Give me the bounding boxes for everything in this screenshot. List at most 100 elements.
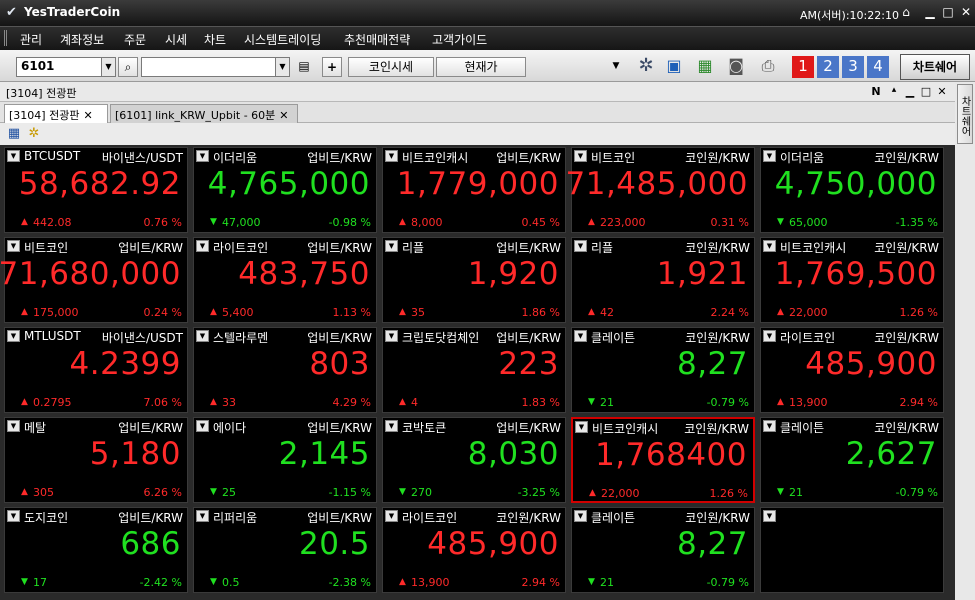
panel-restore-icon[interactable]: □ xyxy=(920,85,932,98)
price-tile[interactable]: ▼ MTLUSDT 바이낸스/USDT 4.2399 ▲ 0.2795 7.06 % xyxy=(4,327,188,413)
price-tile[interactable]: ▼ 이더리움 코인원/KRW 4,750,000 ▼ 65,000 -1.35 % xyxy=(760,147,944,233)
panel-n-button[interactable]: N xyxy=(870,85,882,98)
price-tile[interactable]: ▼ 비트코인캐시 업비트/KRW 1,779,000 ▲ 8,000 0.45 % xyxy=(382,147,566,233)
side-chart-share-tab[interactable]: 차트쉐어 xyxy=(957,84,973,144)
menu-account[interactable]: 계좌정보 xyxy=(60,31,104,48)
tile-dropdown-icon[interactable]: ▼ xyxy=(763,510,776,522)
panel-minimize-icon[interactable]: ▁ xyxy=(904,85,916,98)
tile-dropdown-icon[interactable]: ▼ xyxy=(7,240,20,252)
price-tile[interactable]: ▼ 도지코인 업비트/KRW 686 ▼ 17 -2.42 % xyxy=(4,507,188,593)
price-tile[interactable]: ▼ 비트코인 업비트/KRW 71,680,000 ▲ 175,000 0.24 % xyxy=(0,237,188,323)
add-button[interactable]: + xyxy=(322,57,342,77)
printer-icon[interactable]: ⎙ xyxy=(755,57,781,77)
tile-coin-name: 비트코인 xyxy=(24,241,69,255)
tile-dropdown-icon[interactable]: ▼ xyxy=(575,421,588,433)
price-tile[interactable]: ▼ 라이트코인 업비트/KRW 483,750 ▲ 5,400 1.13 % xyxy=(193,237,377,323)
code-input[interactable]: 6101 xyxy=(16,57,102,77)
coin-quote-button[interactable]: 코인시세 xyxy=(348,57,434,77)
camera-icon[interactable]: ◙ xyxy=(724,57,748,77)
save-icon[interactable]: ▤ xyxy=(296,57,312,77)
tile-dropdown-icon[interactable]: ▼ xyxy=(385,330,398,342)
tile-dropdown-icon[interactable]: ▼ xyxy=(7,150,20,162)
tile-dropdown-icon[interactable]: ▼ xyxy=(385,240,398,252)
tab-close-icon[interactable]: ✕ xyxy=(83,109,92,122)
maximize-icon[interactable]: □ xyxy=(940,5,956,19)
panel-collapse-icon[interactable]: ▴ xyxy=(888,85,900,95)
workspace-2-button[interactable]: 2 xyxy=(817,56,839,78)
price-tile[interactable]: ▼ 이더리움 업비트/KRW 4,765,000 ▼ 47,000 -0.98 % xyxy=(193,147,377,233)
tile-dropdown-icon[interactable]: ▼ xyxy=(196,330,209,342)
minimize-icon[interactable]: ▁ xyxy=(922,5,938,19)
price-tile[interactable]: ▼ 리플 코인원/KRW 1,921 ▲ 42 2.24 % xyxy=(571,237,755,323)
tile-dropdown-icon[interactable]: ▼ xyxy=(7,420,20,432)
workspace-3-button[interactable]: 3 xyxy=(842,56,864,78)
panel-close-icon[interactable]: ✕ xyxy=(936,85,948,98)
tile-dropdown-icon[interactable]: ▼ xyxy=(196,420,209,432)
menu-order[interactable]: 주문 xyxy=(124,31,146,48)
menu-manage[interactable]: 관리 xyxy=(20,31,42,48)
tab-close-icon[interactable]: ✕ xyxy=(279,109,288,122)
price-tile[interactable]: ▼ 비트코인 코인원/KRW 71,485,000 ▲ 223,000 0.31 % xyxy=(566,147,755,233)
price-tile[interactable]: ▼ 라이트코인 코인원/KRW 485,900 ▲ 13,900 2.94 % xyxy=(382,507,566,593)
chart-share-button[interactable]: 차트쉐어 xyxy=(900,54,970,80)
tile-dropdown-icon[interactable]: ▼ xyxy=(196,150,209,162)
tile-dropdown-icon[interactable]: ▼ xyxy=(385,150,398,162)
tile-dropdown-icon[interactable]: ▼ xyxy=(7,510,20,522)
price-tile[interactable]: ▼ 코박토큰 업비트/KRW 8,030 ▼ 270 -3.25 % xyxy=(382,417,566,503)
current-price-button[interactable]: 현재가 xyxy=(436,57,526,77)
price-tile[interactable]: ▼ xyxy=(760,507,944,593)
price-tile[interactable]: ▼ 메탈 업비트/KRW 5,180 ▲ 305 6.26 % xyxy=(4,417,188,503)
price-tile[interactable]: ▼ 에이다 업비트/KRW 2,145 ▼ 25 -1.15 % xyxy=(193,417,377,503)
gear-icon[interactable]: ✲ xyxy=(634,57,658,77)
code-dropdown-icon[interactable]: ▼ xyxy=(101,57,116,77)
symbol-dropdown-icon[interactable]: ▼ xyxy=(275,57,290,77)
price-tile[interactable]: ▼ 클레이튼 코인원/KRW 2,627 ▼ 21 -0.79 % xyxy=(760,417,944,503)
tile-dropdown-icon[interactable]: ▼ xyxy=(763,330,776,342)
tile-price: 485,900 xyxy=(427,526,559,562)
tile-change-pct: 0.31 % xyxy=(710,216,749,229)
tile-price: 1,920 xyxy=(467,256,559,292)
price-tile[interactable]: ▼ 라이트코인 코인원/KRW 485,900 ▲ 13,900 2.94 % xyxy=(760,327,944,413)
workspace-1-button[interactable]: 1 xyxy=(792,56,814,78)
config-gear-icon[interactable]: ✲ xyxy=(26,126,42,142)
price-tile[interactable]: ▼ 스텔라루멘 업비트/KRW 803 ▲ 33 4.29 % xyxy=(193,327,377,413)
price-tile[interactable]: ▼ 클레이튼 코인원/KRW 8,27 ▼ 21 -0.79 % xyxy=(571,507,755,593)
tile-dropdown-icon[interactable]: ▼ xyxy=(763,150,776,162)
tab-board[interactable]: [3104] 전광판 ✕ xyxy=(4,104,108,123)
tile-dropdown-icon[interactable]: ▼ xyxy=(385,420,398,432)
tile-dropdown-icon[interactable]: ▼ xyxy=(574,510,587,522)
tile-dropdown-icon[interactable]: ▼ xyxy=(385,510,398,522)
price-tile[interactable]: ▼ 리플 업비트/KRW 1,920 ▲ 35 1.86 % xyxy=(382,237,566,323)
tile-dropdown-icon[interactable]: ▼ xyxy=(574,150,587,162)
tile-dropdown-icon[interactable]: ▼ xyxy=(763,420,776,432)
price-tile[interactable]: ▼ 비트코인캐시 코인원/KRW 1,768400 ▲ 22,000 1.26 % xyxy=(571,417,755,503)
down-arrow-icon: ▼ xyxy=(588,577,595,587)
menu-quote[interactable]: 시세 xyxy=(165,31,187,48)
tile-dropdown-icon[interactable]: ▼ xyxy=(7,330,20,342)
menu-system-trading[interactable]: 시스템트레이딩 xyxy=(244,31,321,48)
price-tile[interactable]: ▼ 크립토닷컴체인 업비트/KRW 223 ▲ 4 1.83 % xyxy=(382,327,566,413)
price-tile[interactable]: ▼ BTCUSDT 바이낸스/USDT 58,682.92 ▲ 442.08 0.76 % xyxy=(4,147,188,233)
menu-guide[interactable]: 고객가이드 xyxy=(432,31,487,48)
search-button[interactable]: ⌕ xyxy=(118,57,138,77)
price-tile[interactable]: ▼ 클레이튼 코인원/KRW 8,27 ▼ 21 -0.79 % xyxy=(571,327,755,413)
menu-strategy[interactable]: 추천매매전략 xyxy=(344,31,410,48)
tile-dropdown-icon[interactable]: ▼ xyxy=(196,510,209,522)
price-tile[interactable]: ▼ 리퍼리움 업비트/KRW 20.5 ▼ 0.5 -2.38 % xyxy=(193,507,377,593)
tile-dropdown-icon[interactable]: ▼ xyxy=(196,240,209,252)
menu-chart[interactable]: 차트 xyxy=(204,31,226,48)
symbol-input[interactable] xyxy=(141,57,276,77)
monitor-icon[interactable]: ▣ xyxy=(662,57,686,77)
grid-settings-icon[interactable]: ▦ xyxy=(6,126,22,142)
tile-dropdown-icon[interactable]: ▼ xyxy=(763,240,776,252)
close-icon[interactable]: ✕ xyxy=(958,5,974,19)
toolbar-dropdown-icon[interactable]: ▼ xyxy=(608,57,624,77)
home-icon[interactable]: ⌂ xyxy=(898,5,914,19)
workspace-4-button[interactable]: 4 xyxy=(867,56,889,78)
tab-chart-link[interactable]: [6101] link_KRW_Upbit - 60분 ✕ xyxy=(110,104,298,123)
price-tile[interactable]: ▼ 비트코인캐시 코인원/KRW 1,769,500 ▲ 22,000 1.26 % xyxy=(760,237,944,323)
tile-dropdown-icon[interactable]: ▼ xyxy=(574,240,587,252)
tile-price: 1,779,000 xyxy=(396,166,559,202)
layout-icon[interactable]: ▦ xyxy=(694,57,716,77)
tile-dropdown-icon[interactable]: ▼ xyxy=(574,330,587,342)
